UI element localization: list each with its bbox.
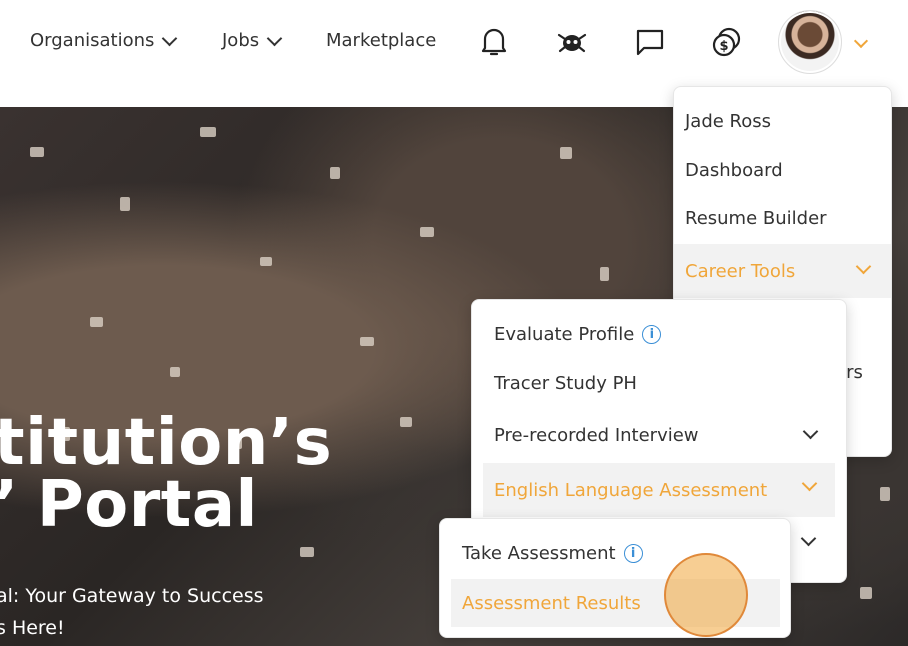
menu-item-evaluate-profile[interactable]: Evaluate Profile i bbox=[494, 324, 662, 345]
chat-icon[interactable] bbox=[633, 25, 667, 59]
menu-item-career-tools[interactable]: Career Tools bbox=[674, 244, 891, 298]
svg-text:$: $ bbox=[719, 39, 728, 54]
chevron-down-icon[interactable] bbox=[853, 33, 869, 49]
hero-title-line1: titution’s bbox=[0, 406, 333, 480]
menu-item-dashboard[interactable]: Dashboard bbox=[685, 160, 783, 181]
hero-title-word: Portal bbox=[36, 468, 258, 542]
menu-item-take-assessment[interactable]: Take Assessment i bbox=[462, 543, 643, 564]
hero-title-prefix: ’ bbox=[0, 468, 19, 542]
chevron-down-icon bbox=[162, 30, 178, 46]
nav-jobs-label: Jobs bbox=[222, 30, 260, 51]
coins-icon[interactable]: $ bbox=[710, 25, 744, 59]
nav-organisations[interactable]: Organisations bbox=[30, 30, 178, 51]
hero-subtitle-line1: al: Your Gateway to Success bbox=[0, 585, 264, 607]
info-icon[interactable]: i bbox=[642, 325, 662, 344]
chevron-down-icon bbox=[802, 423, 819, 440]
menu-item-tracer-study[interactable]: Tracer Study PH bbox=[494, 373, 637, 394]
hero-title-line2: ’Portal bbox=[0, 473, 332, 537]
nav-jobs[interactable]: Jobs bbox=[222, 30, 283, 51]
bell-icon[interactable] bbox=[477, 25, 511, 59]
hero-subtitle: al: Your Gateway to Success s Here! bbox=[0, 580, 264, 644]
hero-title: titution’s ’Portal bbox=[0, 406, 333, 537]
menu-item-resume-builder[interactable]: Resume Builder bbox=[685, 208, 827, 229]
chevron-down-icon bbox=[855, 258, 872, 275]
chevron-down-icon bbox=[266, 30, 283, 46]
hero-subtitle-line2: s Here! bbox=[0, 617, 65, 639]
chevron-down-icon bbox=[801, 475, 818, 492]
nav-marketplace[interactable]: Marketplace bbox=[326, 30, 436, 51]
top-navbar: Organisations Jobs Marketplace $ bbox=[0, 0, 908, 88]
mascot-icon[interactable] bbox=[555, 25, 589, 59]
menu-item-prerecorded-interview[interactable]: Pre-recorded Interview bbox=[494, 423, 820, 446]
nav-marketplace-label: Marketplace bbox=[326, 30, 437, 51]
menu-item-profile-name[interactable]: Jade Ross bbox=[685, 111, 771, 132]
click-indicator bbox=[664, 553, 748, 637]
chevron-down-icon[interactable] bbox=[800, 530, 817, 547]
avatar[interactable] bbox=[778, 10, 842, 74]
nav-organisations-label: Organisations bbox=[30, 30, 155, 51]
info-icon[interactable]: i bbox=[623, 544, 643, 563]
menu-item-english-language-assessment[interactable]: English Language Assessment bbox=[483, 463, 835, 517]
